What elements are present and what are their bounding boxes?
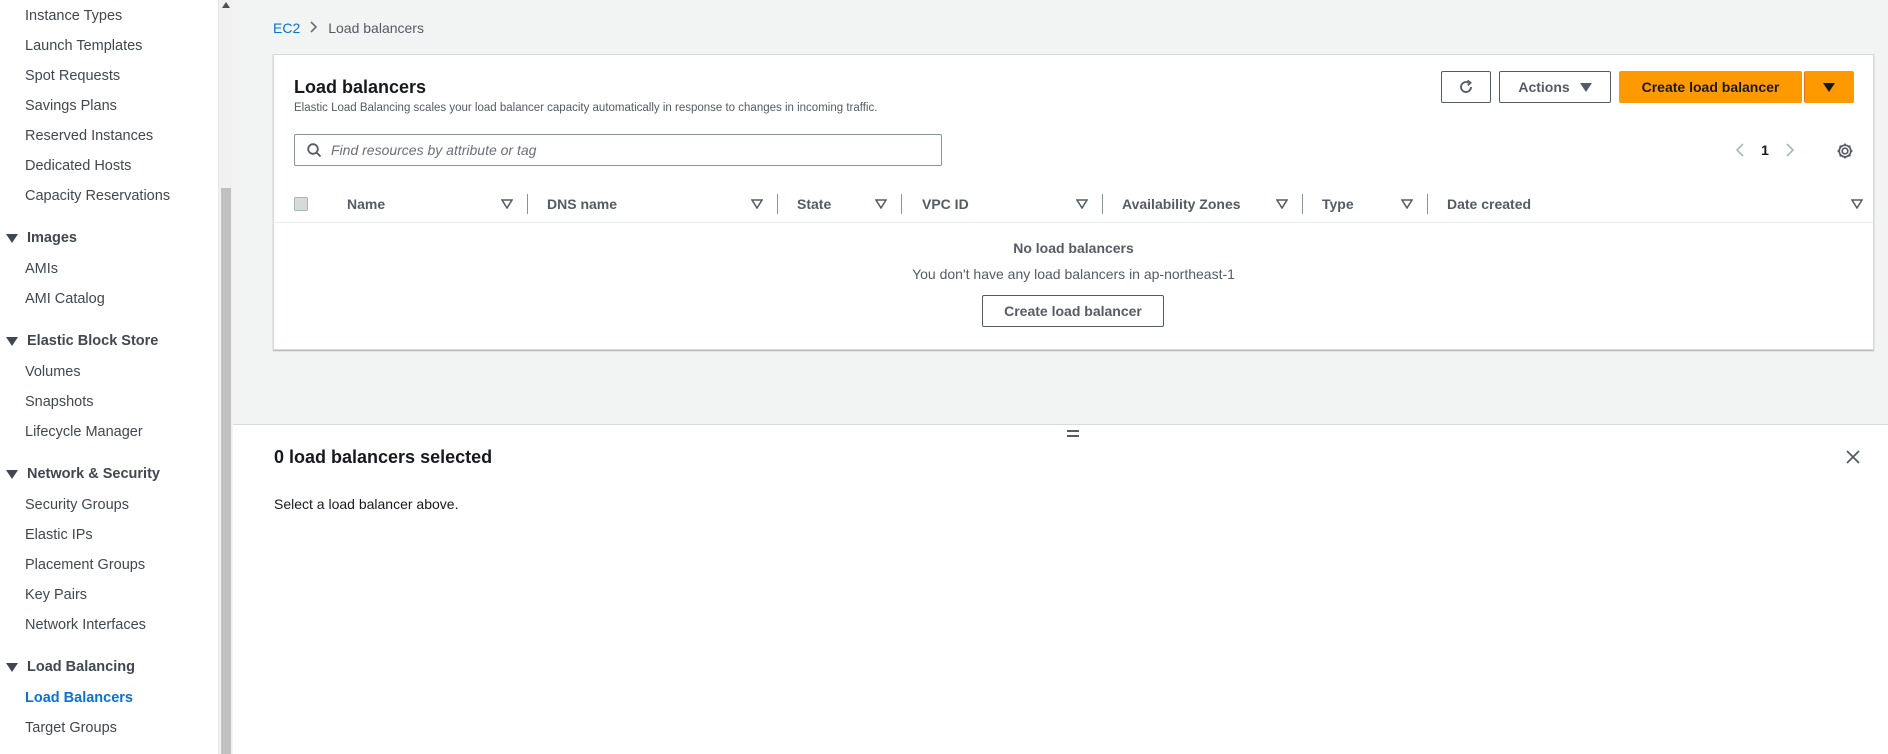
current-page-number[interactable]: 1 bbox=[1750, 142, 1780, 158]
empty-create-load-balancer-button[interactable]: Create load balancer bbox=[982, 295, 1164, 327]
actions-dropdown-button[interactable]: Actions bbox=[1499, 71, 1611, 103]
sidebar-section-label: Elastic Block Store bbox=[27, 333, 159, 349]
sidebar-item-amis[interactable]: AMIs bbox=[25, 261, 58, 277]
sidebar-section-ebs[interactable]: Elastic Block Store bbox=[6, 333, 158, 349]
column-header-date-created[interactable]: Date created bbox=[1447, 185, 1531, 223]
column-divider[interactable] bbox=[777, 194, 778, 214]
actions-label: Actions bbox=[1518, 79, 1570, 95]
split-panel: 0 load balancers selected Select a load … bbox=[233, 424, 1888, 754]
sidebar-item-placement-groups[interactable]: Placement Groups bbox=[25, 557, 145, 573]
empty-state-description: You don't have any load balancers in ap-… bbox=[912, 266, 1235, 282]
table-header: Name DNS name State VPC ID Availability … bbox=[274, 185, 1873, 223]
split-panel-title: 0 load balancers selected bbox=[274, 447, 493, 467]
load-balancers-panel: Load balancers Elastic Load Balancing sc… bbox=[273, 54, 1874, 350]
column-header-availability-zones[interactable]: Availability Zones bbox=[1122, 185, 1241, 223]
sort-icon[interactable] bbox=[875, 199, 887, 209]
sidebar-item-dedicated-hosts[interactable]: Dedicated Hosts bbox=[25, 158, 131, 174]
sidebar-item-instance-types[interactable]: Instance Types bbox=[25, 8, 122, 24]
sort-icon[interactable] bbox=[751, 199, 763, 209]
sidebar-item-capacity-reservations[interactable]: Capacity Reservations bbox=[25, 188, 170, 204]
sidebar-nav: Instance Types Launch Templates Spot Req… bbox=[0, 0, 218, 754]
sidebar-item-launch-templates[interactable]: Launch Templates bbox=[25, 38, 142, 54]
sidebar-section-images[interactable]: Images bbox=[6, 230, 77, 246]
select-all-checkbox[interactable] bbox=[294, 197, 308, 211]
column-divider[interactable] bbox=[1427, 194, 1428, 214]
sort-icon[interactable] bbox=[1076, 199, 1088, 209]
column-divider[interactable] bbox=[1102, 194, 1103, 214]
search-field[interactable] bbox=[294, 134, 942, 166]
breadcrumb-ec2-link[interactable]: EC2 bbox=[273, 20, 300, 36]
sidebar-item-ami-catalog[interactable]: AMI Catalog bbox=[25, 291, 105, 307]
sidebar-item-target-groups[interactable]: Target Groups bbox=[25, 720, 117, 736]
search-input[interactable] bbox=[331, 142, 931, 158]
sidebar-item-lifecycle-manager[interactable]: Lifecycle Manager bbox=[25, 424, 143, 440]
column-header-name[interactable]: Name bbox=[347, 185, 385, 223]
column-header-state[interactable]: State bbox=[797, 185, 831, 223]
sidebar-section-network-security[interactable]: Network & Security bbox=[6, 466, 160, 482]
sidebar-item-load-balancers[interactable]: Load Balancers bbox=[25, 690, 133, 706]
breadcrumb: EC2 Load balancers bbox=[273, 20, 424, 36]
sidebar-section-label: Images bbox=[27, 230, 77, 246]
sort-icon[interactable] bbox=[1851, 199, 1863, 209]
column-divider[interactable] bbox=[1302, 194, 1303, 214]
column-divider[interactable] bbox=[901, 194, 902, 214]
column-header-vpc-id[interactable]: VPC ID bbox=[922, 185, 969, 223]
caret-down-icon bbox=[6, 336, 18, 346]
sidebar-item-elastic-ips[interactable]: Elastic IPs bbox=[25, 527, 93, 543]
sidebar-section-label: Load Balancing bbox=[27, 659, 135, 675]
scroll-up-arrow-icon[interactable] bbox=[222, 2, 230, 8]
sidebar-item-key-pairs[interactable]: Key Pairs bbox=[25, 587, 87, 603]
gear-icon[interactable] bbox=[1834, 140, 1856, 162]
sidebar-item-network-interfaces[interactable]: Network Interfaces bbox=[25, 617, 146, 633]
sidebar-item-spot-requests[interactable]: Spot Requests bbox=[25, 68, 120, 84]
sidebar-item-security-groups[interactable]: Security Groups bbox=[25, 497, 129, 513]
sidebar-section-label: Network & Security bbox=[27, 466, 160, 482]
pagination: 1 bbox=[1730, 137, 1800, 163]
column-header-dns-name[interactable]: DNS name bbox=[547, 185, 617, 223]
refresh-button[interactable] bbox=[1441, 71, 1491, 103]
create-options-dropdown-button[interactable] bbox=[1804, 71, 1854, 103]
sort-icon[interactable] bbox=[501, 199, 513, 209]
sidebar-item-reserved-instances[interactable]: Reserved Instances bbox=[25, 128, 153, 144]
refresh-icon bbox=[1460, 79, 1472, 93]
resize-handle-icon[interactable] bbox=[1067, 430, 1079, 440]
search-icon bbox=[305, 141, 323, 159]
sidebar-item-snapshots[interactable]: Snapshots bbox=[25, 394, 94, 410]
sort-icon[interactable] bbox=[1276, 199, 1288, 209]
split-panel-description: Select a load balancer above. bbox=[274, 496, 459, 512]
caret-down-icon bbox=[1579, 82, 1592, 92]
close-icon[interactable] bbox=[1844, 448, 1862, 466]
caret-down-icon bbox=[6, 233, 18, 243]
create-load-balancer-button[interactable]: Create load balancer bbox=[1619, 71, 1802, 103]
chevron-right-icon bbox=[310, 20, 318, 36]
breadcrumb-current: Load balancers bbox=[328, 20, 424, 36]
caret-down-icon bbox=[6, 469, 18, 479]
sidebar-scrollbar[interactable] bbox=[218, 0, 232, 754]
panel-title: Load balancers bbox=[294, 77, 427, 97]
caret-down-icon bbox=[6, 662, 18, 672]
column-divider[interactable] bbox=[527, 194, 528, 214]
sidebar-item-savings-plans[interactable]: Savings Plans bbox=[25, 98, 117, 114]
panel-description: Elastic Load Balancing scales your load … bbox=[294, 102, 878, 114]
column-header-type[interactable]: Type bbox=[1322, 185, 1354, 223]
caret-down-icon bbox=[1823, 82, 1835, 92]
scrollbar-thumb[interactable] bbox=[221, 188, 231, 754]
sort-icon[interactable] bbox=[1401, 199, 1413, 209]
sidebar-item-volumes[interactable]: Volumes bbox=[25, 364, 81, 380]
next-page-icon[interactable] bbox=[1780, 137, 1800, 163]
sidebar-section-load-balancing[interactable]: Load Balancing bbox=[6, 659, 135, 675]
previous-page-icon[interactable] bbox=[1730, 137, 1750, 163]
empty-state-title: No load balancers bbox=[1013, 240, 1134, 256]
